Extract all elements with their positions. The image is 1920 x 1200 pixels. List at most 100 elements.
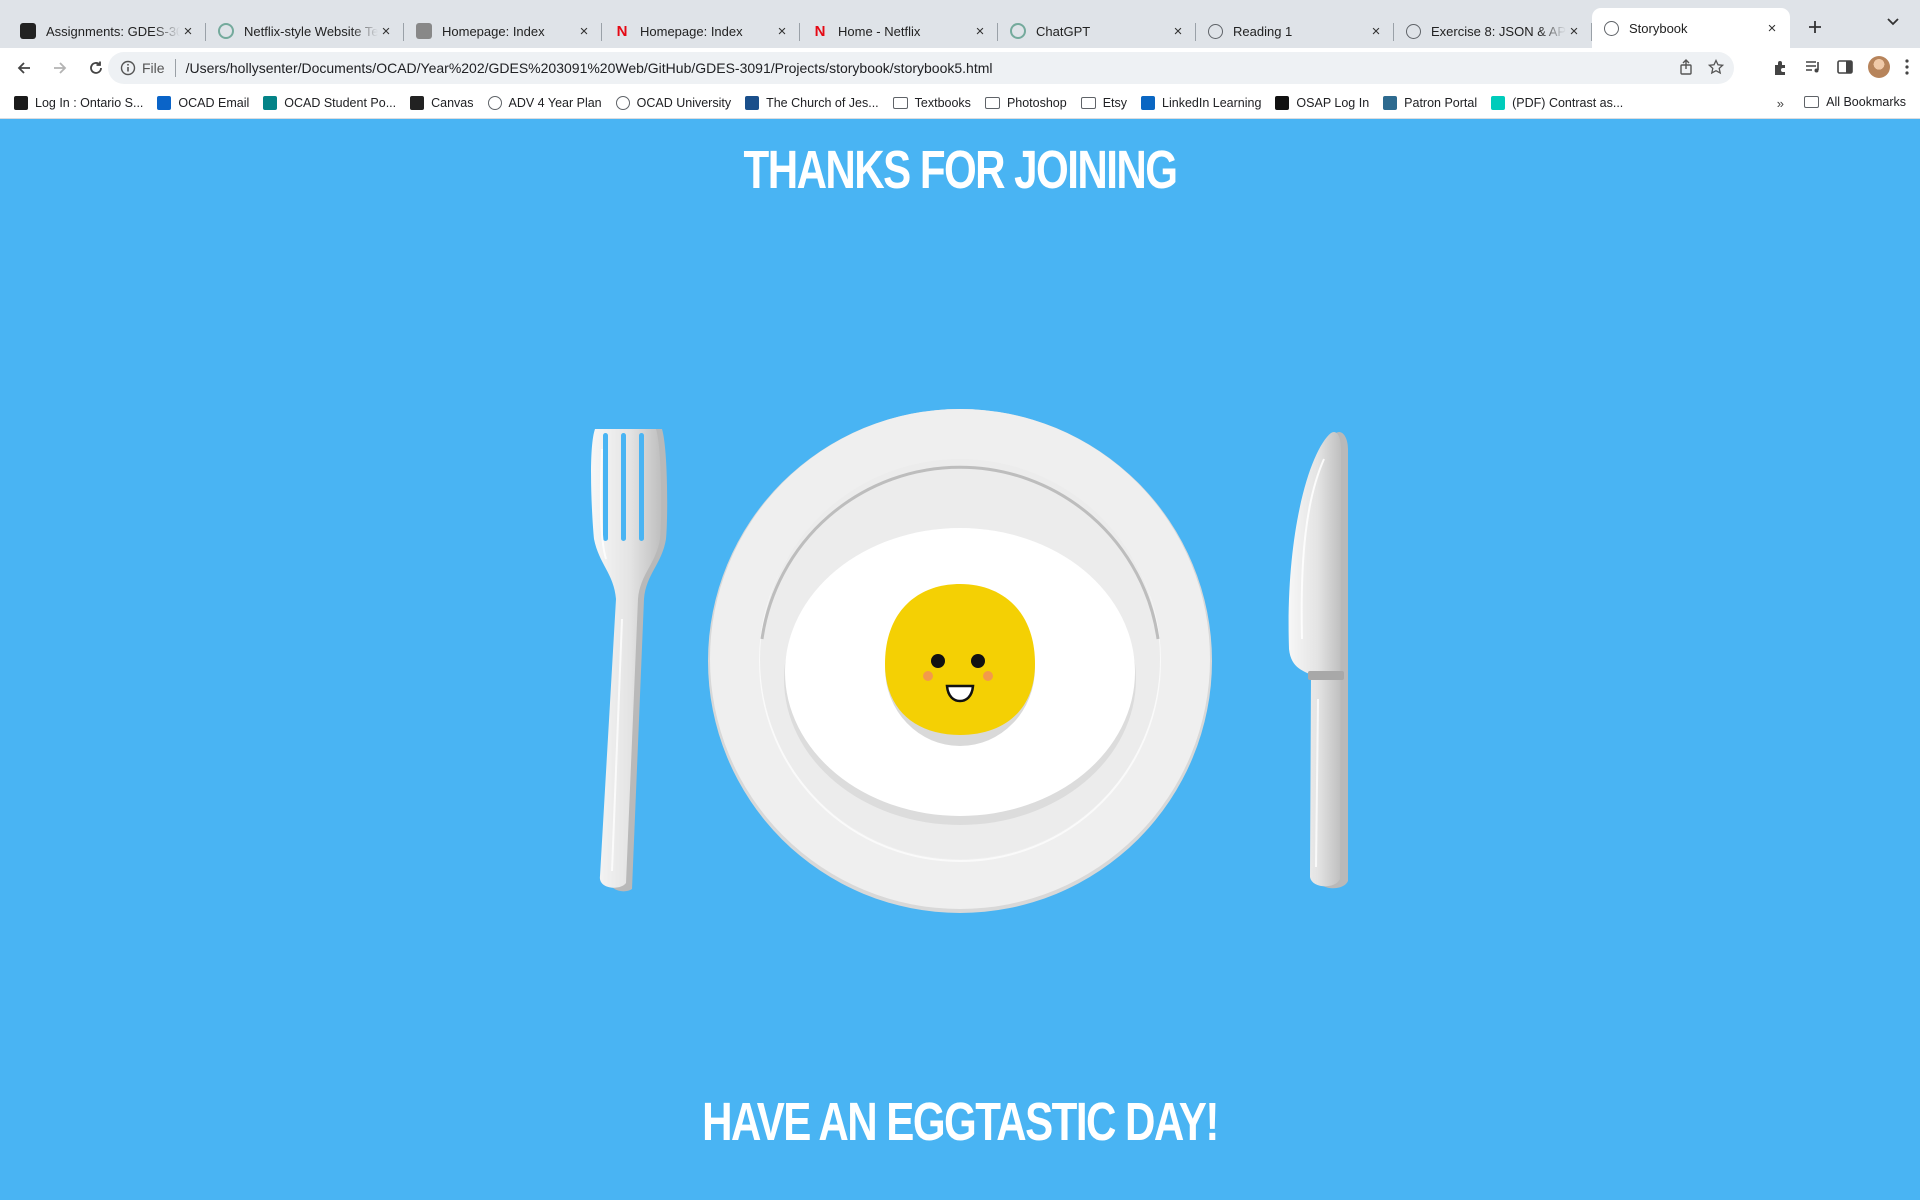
tab-title: Netflix-style Website Template	[244, 23, 378, 39]
document-icon	[416, 23, 432, 39]
info-icon[interactable]	[120, 60, 136, 76]
bookmark-label: ADV 4 Year Plan	[508, 96, 602, 110]
bookmark-label: Textbooks	[914, 96, 971, 110]
close-icon[interactable]: ×	[576, 23, 592, 40]
reload-icon	[90, 61, 102, 74]
researchgate-icon	[1491, 96, 1506, 110]
folder-icon	[1804, 96, 1820, 108]
tab-strip: Assignments: GDES-3091×Netflix-style Web…	[0, 0, 1920, 48]
browser-tab[interactable]: Reading 1 ×	[1196, 14, 1394, 48]
globe-icon	[615, 96, 630, 110]
tab-search-button[interactable]	[1886, 14, 1900, 30]
tab-title: Storybook	[1629, 20, 1688, 36]
all-bookmarks-button[interactable]: All Bookmarks	[1804, 95, 1906, 109]
globe-icon	[487, 96, 502, 110]
bookmark-item[interactable]: Photoshop	[984, 96, 1067, 110]
dinner-plate-scene	[591, 409, 1348, 913]
bookmark-item[interactable]: (PDF) Contrast as...	[1491, 96, 1623, 110]
knife-illustration	[1288, 431, 1348, 889]
toolbar-actions	[1772, 56, 1910, 78]
globe-icon	[1208, 23, 1223, 39]
bookmarks-bar: Log In : Ontario S... OCAD Email OCAD Stud…	[0, 88, 1920, 119]
browser-tab[interactable]: Exercise 8: JSON & APIs ×	[1394, 14, 1592, 48]
bookmark-item[interactable]: OCAD University	[615, 96, 731, 110]
url-divider	[174, 59, 176, 77]
bookmark-label: OCAD Email	[178, 96, 250, 110]
bookmark-item[interactable]: OCAD Email	[157, 96, 249, 110]
fried-egg-illustration	[784, 528, 1136, 825]
browser-tab[interactable]: ChatGPT ×	[998, 14, 1196, 48]
chatgpt-icon	[218, 23, 234, 39]
right-eye	[971, 654, 985, 668]
back-button[interactable]	[8, 52, 40, 84]
profile-avatar[interactable]	[1868, 56, 1890, 78]
bookmark-label: The Church of Jes...	[766, 96, 879, 110]
bookmark-item[interactable]: OCAD Student Po...	[263, 96, 396, 110]
chevron-down-icon	[1887, 18, 1899, 26]
browser-tab[interactable]: N Homepage: Index ×	[602, 14, 800, 48]
bookmark-item[interactable]: ADV 4 Year Plan	[487, 96, 602, 110]
folder-icon	[1080, 97, 1096, 109]
bookmarks-overflow-button[interactable]: »	[1777, 96, 1784, 111]
chatgpt-icon	[1010, 23, 1026, 39]
address-bar[interactable]: File /Users/hollysenter/Documents/OCAD/Y…	[108, 52, 1734, 84]
close-icon[interactable]: ×	[972, 23, 988, 40]
bookmark-label: Etsy	[1102, 96, 1128, 110]
egg-yolk	[885, 584, 1035, 735]
close-icon[interactable]: ×	[180, 23, 196, 40]
bookmark-item[interactable]: Log In : Ontario S...	[14, 96, 143, 110]
bookmark-item[interactable]: Canvas	[410, 96, 474, 110]
bookmarks-list: Log In : Ontario S... OCAD Email OCAD Stud…	[0, 96, 1623, 110]
tab-title: Home - Netflix	[838, 23, 921, 39]
arrow-left-icon	[17, 62, 30, 74]
tab-title: Homepage: Index	[640, 23, 743, 39]
ontario-icon	[14, 96, 28, 110]
fork-illustration	[591, 429, 668, 892]
browser-tab[interactable]: N Home - Netflix ×	[800, 14, 998, 48]
bookmark-label: Canvas	[431, 96, 474, 110]
folder-icon	[984, 97, 1000, 109]
close-icon[interactable]: ×	[1566, 23, 1582, 40]
arrow-right-icon	[54, 62, 67, 74]
browser-tab[interactable]: Assignments: GDES-3091×	[8, 14, 206, 48]
globe-icon	[1406, 23, 1421, 39]
browser-tab[interactable]: Homepage: Index ×	[404, 14, 602, 48]
linkedin-icon	[1141, 96, 1156, 110]
storybook-page: THANKS FOR JOINING HAVE AN EGGTASTIC DAY…	[0, 119, 1920, 1200]
more-menu-icon[interactable]	[1904, 58, 1910, 76]
star-icon[interactable]	[1708, 59, 1724, 75]
omnibox-actions	[1678, 59, 1724, 75]
new-tab-button[interactable]	[1798, 10, 1832, 44]
globe-icon	[1604, 20, 1619, 36]
close-icon[interactable]: ×	[1368, 23, 1384, 40]
media-controls-icon[interactable]	[1804, 58, 1822, 76]
browser-tab[interactable]: Storybook ×	[1592, 8, 1790, 48]
browser-tab[interactable]: Netflix-style Website Template×	[206, 14, 404, 48]
forward-button[interactable]	[44, 52, 76, 84]
close-icon[interactable]: ×	[774, 23, 790, 40]
tabs-container: Assignments: GDES-3091×Netflix-style Web…	[8, 8, 1790, 48]
tab-title: Reading 1	[1233, 23, 1293, 39]
right-cheek	[983, 671, 993, 681]
bookmark-item[interactable]: Patron Portal	[1383, 96, 1477, 110]
close-icon[interactable]: ×	[1170, 23, 1186, 40]
bookmark-item[interactable]: Etsy	[1080, 96, 1128, 110]
url-text[interactable]: /Users/hollysenter/Documents/OCAD/Year%2…	[186, 60, 993, 76]
bookmark-item[interactable]: The Church of Jes...	[745, 96, 879, 110]
folder-icon	[892, 97, 908, 109]
bookmark-label: OSAP Log In	[1296, 96, 1370, 110]
close-icon[interactable]: ×	[378, 23, 394, 40]
close-icon[interactable]: ×	[1764, 20, 1780, 37]
left-cheek	[923, 671, 933, 681]
tab-title: Assignments: GDES-3091	[46, 23, 180, 39]
bookmark-label: Photoshop	[1006, 96, 1067, 110]
bookmark-label: Log In : Ontario S...	[35, 96, 144, 110]
extensions-icon[interactable]	[1772, 58, 1790, 76]
bookmark-label: OCAD Student Po...	[284, 96, 397, 110]
bookmark-item[interactable]: LinkedIn Learning	[1141, 96, 1261, 110]
bookmark-item[interactable]: Textbooks	[892, 96, 971, 110]
share-icon[interactable]	[1678, 59, 1694, 75]
browser-toolbar: File /Users/hollysenter/Documents/OCAD/Y…	[0, 48, 1920, 88]
bookmark-item[interactable]: OSAP Log In	[1275, 96, 1369, 110]
side-panel-icon[interactable]	[1836, 58, 1854, 76]
